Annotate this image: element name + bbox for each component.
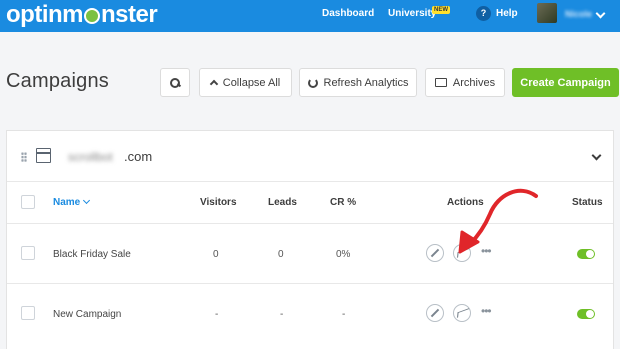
- nav-help-link[interactable]: Help: [496, 8, 518, 19]
- monster-icon: [83, 8, 100, 24]
- refresh-analytics-label: Refresh Analytics: [323, 76, 409, 89]
- row-checkbox[interactable]: [21, 246, 35, 260]
- expand-chevron-icon[interactable]: [591, 150, 602, 161]
- user-name[interactable]: Nicole: [565, 9, 592, 19]
- status-toggle[interactable]: [577, 249, 595, 259]
- site-domain-blurred: scrollbot: [68, 150, 113, 164]
- edit-pencil-icon[interactable]: [426, 244, 444, 262]
- page-title: Campaigns: [6, 70, 109, 92]
- archives-label: Archives: [452, 76, 496, 89]
- archives-button[interactable]: Archives: [425, 68, 505, 97]
- create-campaign-button[interactable]: Create Campaign: [512, 68, 619, 97]
- nav-dashboard-link[interactable]: Dashboard: [322, 8, 374, 19]
- column-name-label: Name: [53, 197, 81, 208]
- status-toggle[interactable]: [577, 309, 595, 319]
- collapse-all-label: Collapse All: [222, 76, 281, 89]
- visitors-value: -: [215, 309, 219, 320]
- edit-pencil-icon[interactable]: [426, 304, 444, 322]
- top-nav: optinm nster Dashboard University NEW ? H…: [0, 0, 620, 32]
- column-visitors-header: Visitors: [200, 197, 237, 208]
- cr-value: 0%: [336, 249, 351, 260]
- folder-icon: [434, 78, 447, 87]
- column-status-header: Status: [572, 197, 603, 208]
- row-checkbox[interactable]: [21, 306, 35, 320]
- nav-university-link[interactable]: University: [388, 8, 436, 19]
- analytics-chart-icon[interactable]: [453, 304, 471, 322]
- avatar[interactable]: [537, 3, 557, 23]
- site-domain-suffix: .com: [124, 149, 153, 164]
- table-row: New Campaign - - - •••: [7, 284, 613, 344]
- visitors-value: 0: [213, 249, 219, 260]
- search-button[interactable]: [160, 68, 190, 97]
- column-name-header[interactable]: Name: [53, 196, 91, 208]
- logo-text-left: optinm: [6, 1, 83, 28]
- campaign-name[interactable]: New Campaign: [53, 309, 121, 320]
- logo-text-right: nster: [100, 1, 158, 28]
- select-all-checkbox[interactable]: [21, 195, 35, 209]
- cr-value: -: [342, 309, 346, 320]
- help-icon[interactable]: ?: [476, 6, 491, 21]
- column-leads-header: Leads: [268, 197, 297, 208]
- annotation-arrow: [458, 188, 538, 254]
- campaign-name[interactable]: Black Friday Sale: [53, 249, 131, 260]
- collapse-all-button[interactable]: Collapse All: [199, 68, 292, 97]
- optinmonster-logo[interactable]: optinm nster: [6, 1, 158, 28]
- create-campaign-label: Create Campaign: [520, 76, 611, 89]
- new-badge: NEW: [432, 6, 450, 14]
- site-header[interactable]: scrollbot .com: [7, 131, 613, 182]
- sort-caret-icon: [83, 196, 91, 205]
- leads-value: -: [280, 309, 284, 320]
- refresh-icon: [307, 77, 318, 88]
- search-icon: [170, 77, 180, 88]
- more-options-icon[interactable]: •••: [481, 304, 492, 318]
- chevron-up-icon: [209, 79, 218, 89]
- column-cr-header: CR %: [330, 197, 357, 208]
- browser-window-icon: [36, 148, 51, 163]
- refresh-analytics-button[interactable]: Refresh Analytics: [299, 68, 417, 97]
- leads-value: 0: [278, 249, 284, 260]
- drag-handle-icon[interactable]: [21, 152, 27, 162]
- chevron-down-icon[interactable]: [595, 8, 606, 19]
